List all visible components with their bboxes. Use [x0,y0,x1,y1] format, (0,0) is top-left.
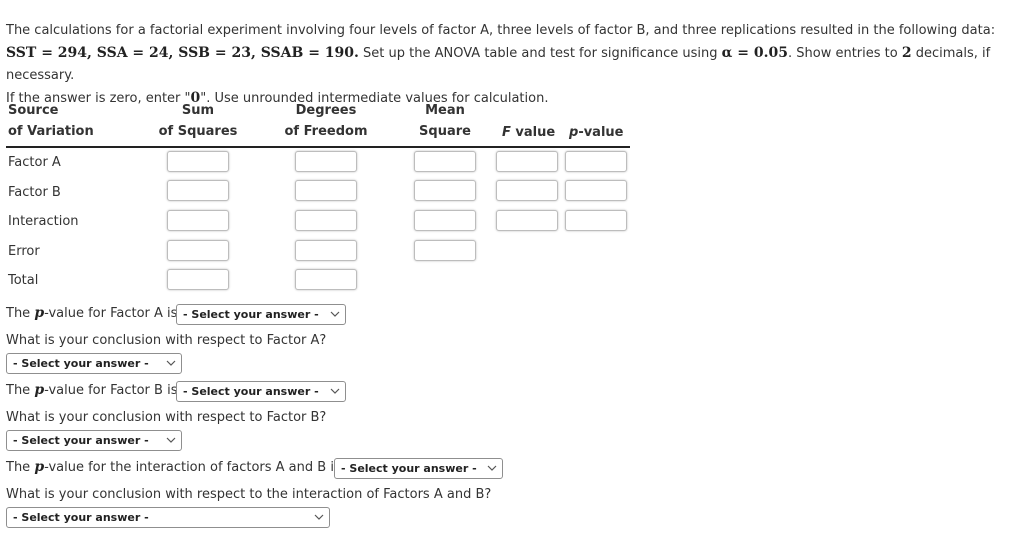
conclusion-factor-b-select[interactable]: - Select your answer - [6,430,182,451]
header-degrees-of-freedom: Degrees of Freedom [284,103,368,139]
pvalue-factor-a-select[interactable]: - Select your answer - [176,304,346,325]
question-pvalue-factor-b: The p-value for Factor B is [6,382,178,398]
factor-a-ss-input[interactable] [167,151,229,172]
header-divider [6,146,630,148]
chevron-down-icon [165,356,177,370]
row-label-total: Total [8,273,39,288]
question-conclusion-interaction: What is your conclusion with respect to … [6,487,492,502]
given-sums-of-squares: SST = 294, SSA = 24, SSB = 23, SSAB = 19… [6,45,359,61]
pvalue-factor-b-select[interactable]: - Select your answer - [176,381,346,402]
conclusion-interaction-select[interactable]: - Select your answer - [6,507,330,528]
decimals-value: 2 [901,45,912,61]
error-ms-input[interactable] [414,240,476,261]
factor-b-f-input[interactable] [496,180,558,201]
question-conclusion-factor-a: What is your conclusion with respect to … [6,333,327,348]
factor-a-df-input[interactable] [295,151,357,172]
chevron-down-icon [313,510,325,524]
header-sum-of-squares: Sum of Squares [158,103,238,139]
header-p-value: p-value [569,125,624,140]
problem-statement: The calculations for a factorial experim… [6,20,1021,110]
header-f-value: F value [502,125,556,140]
chevron-down-icon [329,307,341,321]
chevron-down-icon [165,433,177,447]
alpha-value: α = 0.05 [721,45,788,61]
error-df-input[interactable] [295,240,357,261]
total-df-input[interactable] [295,269,357,290]
header-source: Source of Variation [8,103,94,139]
factor-a-ms-input[interactable] [414,151,476,172]
question-pvalue-interaction: The p-value for the interaction of facto… [6,459,341,475]
chevron-down-icon [486,461,498,475]
factor-a-p-input[interactable] [565,151,627,172]
row-label-interaction: Interaction [8,214,79,229]
total-ss-input[interactable] [167,269,229,290]
row-label-factor-b: Factor B [8,185,61,200]
factor-b-ms-input[interactable] [414,180,476,201]
interaction-ms-input[interactable] [414,210,476,231]
interaction-ss-input[interactable] [167,210,229,231]
factor-b-ss-input[interactable] [167,180,229,201]
interaction-f-input[interactable] [496,210,558,231]
question-conclusion-factor-b: What is your conclusion with respect to … [6,410,327,425]
intro-line-1: The calculations for a factorial experim… [6,23,996,38]
pvalue-interaction-select[interactable]: - Select your answer - [334,458,503,479]
interaction-p-input[interactable] [565,210,627,231]
factor-b-p-input[interactable] [565,180,627,201]
question-pvalue-factor-a: The p-value for Factor A is [6,305,178,321]
chevron-down-icon [329,384,341,398]
header-mean-square: Mean Square [419,103,471,139]
row-label-error: Error [8,244,40,259]
factor-a-f-input[interactable] [496,151,558,172]
intro-line-2: SST = 294, SSA = 24, SSB = 23, SSAB = 19… [6,45,991,83]
error-ss-input[interactable] [167,240,229,261]
conclusion-factor-a-select[interactable]: - Select your answer - [6,353,182,374]
row-label-factor-a: Factor A [8,155,61,170]
interaction-df-input[interactable] [295,210,357,231]
factor-b-df-input[interactable] [295,180,357,201]
